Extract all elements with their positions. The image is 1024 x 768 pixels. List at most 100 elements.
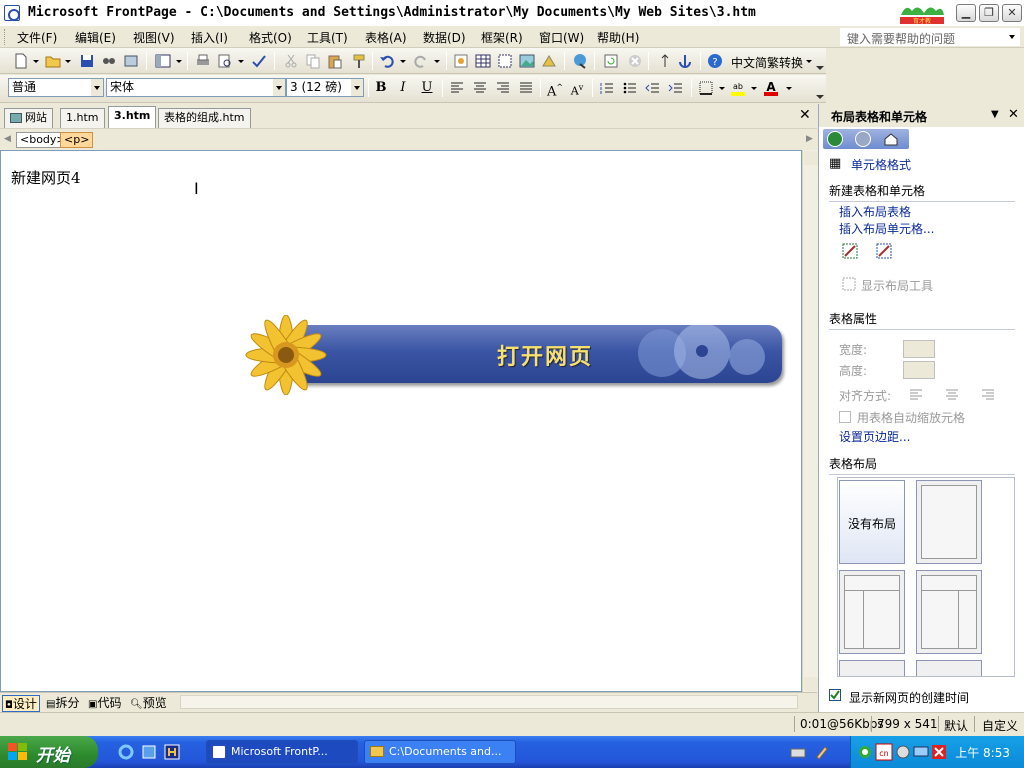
- layout-option-blank[interactable]: [916, 480, 982, 564]
- toolbar-options-icon[interactable]: [816, 92, 824, 100]
- height-field[interactable]: [903, 361, 935, 379]
- forward-icon[interactable]: [855, 131, 871, 147]
- default-mode[interactable]: 默认: [944, 717, 968, 734]
- layout-none-option[interactable]: 没有布局: [839, 480, 905, 564]
- layout-option-header-rightbar[interactable]: [916, 570, 982, 654]
- spelling-icon[interactable]: [250, 52, 268, 70]
- chevron-down-icon[interactable]: [400, 60, 406, 63]
- italic-button[interactable]: I: [394, 79, 412, 97]
- clock[interactable]: 上午 8:53: [955, 744, 1010, 761]
- chevron-down-icon[interactable]: [176, 60, 182, 63]
- search-icon[interactable]: [100, 52, 118, 70]
- increase-font-button[interactable]: A^: [546, 79, 564, 99]
- menu-tools[interactable]: 工具(T): [307, 29, 348, 46]
- toggle-pane-icon[interactable]: [154, 52, 172, 70]
- align-left-icon[interactable]: [448, 79, 466, 97]
- chevron-down-icon[interactable]: [273, 79, 285, 96]
- new-page-icon[interactable]: [12, 52, 30, 70]
- chevron-down-icon[interactable]: [65, 60, 71, 63]
- chevron-down-icon[interactable]: [806, 60, 812, 63]
- style-select[interactable]: 普通: [8, 78, 104, 97]
- bold-button[interactable]: B: [372, 79, 390, 97]
- restore-button[interactable]: ❐: [979, 4, 999, 22]
- chevron-down-icon[interactable]: ▼: [991, 109, 999, 120]
- view-code-button[interactable]: ▣代码: [88, 695, 121, 712]
- paste-icon[interactable]: [326, 52, 344, 70]
- autoscale-checkbox[interactable]: [839, 411, 851, 423]
- open-page-banner-image[interactable]: 打开网页: [242, 315, 787, 395]
- menu-table[interactable]: 表格(A): [365, 29, 407, 46]
- cell-format-link[interactable]: 单元格格式: [851, 156, 911, 173]
- task-frontpage[interactable]: Microsoft FrontP...: [206, 740, 358, 764]
- align-right-icon[interactable]: [981, 388, 995, 400]
- chevron-down-icon[interactable]: [751, 87, 757, 90]
- numbered-list-icon[interactable]: [598, 79, 616, 97]
- insert-layer-icon[interactable]: [496, 52, 514, 70]
- chevron-left-icon[interactable]: ◀: [4, 134, 11, 144]
- monitor-icon[interactable]: [913, 744, 929, 760]
- drawing-icon[interactable]: [540, 52, 558, 70]
- chevron-down-icon[interactable]: [238, 60, 244, 63]
- decrease-indent-icon[interactable]: [644, 79, 662, 97]
- tab-1-htm[interactable]: 1.htm: [60, 108, 105, 128]
- toolbar-grip[interactable]: [4, 29, 7, 45]
- toolbar-options-icon[interactable]: [816, 63, 824, 71]
- tag-p[interactable]: <p>: [60, 132, 94, 148]
- increase-indent-icon[interactable]: [667, 79, 685, 97]
- undo-icon[interactable]: [378, 52, 396, 70]
- chevron-right-icon[interactable]: ▶: [806, 134, 813, 144]
- page-size[interactable]: 799 x 541: [877, 717, 938, 731]
- back-icon[interactable]: [827, 131, 843, 147]
- view-preview-button[interactable]: 🔍︎预览: [130, 695, 167, 712]
- keyboard-icon[interactable]: [790, 744, 806, 760]
- show-created-checkbox[interactable]: [829, 689, 841, 701]
- menu-edit[interactable]: 编辑(E): [75, 29, 116, 46]
- insert-layout-table-link[interactable]: 插入布局表格: [839, 203, 911, 220]
- chinese-convert-button[interactable]: 中文简繁转换: [731, 54, 803, 71]
- show-layout-tools-label[interactable]: 显示布局工具: [861, 277, 933, 294]
- scroll-down-icon[interactable]: [804, 677, 818, 691]
- chevron-down-icon[interactable]: [33, 60, 39, 63]
- font-select[interactable]: 宋体: [106, 78, 286, 97]
- bookmark-icon[interactable]: [676, 52, 694, 70]
- menu-data[interactable]: 数据(D): [423, 29, 466, 46]
- minimize-button[interactable]: ▁: [956, 4, 976, 22]
- hyperlink-icon[interactable]: [572, 52, 590, 70]
- menu-format[interactable]: 格式(O): [249, 29, 292, 46]
- menu-file[interactable]: 文件(F): [17, 29, 57, 46]
- design-editor[interactable]: 新建网页4 I 打开网页: [0, 150, 802, 692]
- editor-horizontal-scrollbar[interactable]: [180, 695, 798, 709]
- app-shortcut-icon[interactable]: [164, 744, 180, 760]
- explorer-icon[interactable]: [141, 744, 157, 760]
- editor-vertical-scrollbar[interactable]: [802, 150, 818, 692]
- bullet-list-icon[interactable]: [621, 79, 639, 97]
- web-component-icon[interactable]: [452, 52, 470, 70]
- start-button[interactable]: 开始: [0, 736, 98, 768]
- menu-view[interactable]: 视图(V): [133, 29, 175, 46]
- align-center-icon[interactable]: [945, 388, 959, 400]
- insert-table-icon[interactable]: [474, 52, 492, 70]
- chevron-down-icon[interactable]: [91, 79, 103, 96]
- tab-website[interactable]: 网站: [4, 108, 53, 128]
- stop-icon[interactable]: [626, 52, 644, 70]
- layout-option-more[interactable]: [916, 660, 982, 676]
- redo-icon[interactable]: [412, 52, 430, 70]
- tab-table-composition[interactable]: 表格的组成.htm: [158, 108, 251, 128]
- borders-icon[interactable]: [697, 79, 715, 97]
- insert-layout-cell-link[interactable]: 插入布局单元格...: [839, 220, 934, 237]
- tab-3-htm[interactable]: 3.htm: [108, 106, 157, 128]
- show-all-icon[interactable]: [654, 52, 672, 70]
- cut-icon[interactable]: [282, 52, 300, 70]
- view-split-button[interactable]: ▤拆分: [46, 695, 79, 712]
- page-text[interactable]: 新建网页4: [11, 167, 81, 188]
- copy-icon[interactable]: [304, 52, 322, 70]
- align-center-icon[interactable]: [471, 79, 489, 97]
- custom-mode[interactable]: 自定义: [982, 717, 1018, 734]
- speaker-icon[interactable]: [895, 744, 911, 760]
- print-preview-icon[interactable]: [216, 52, 234, 70]
- underline-button[interactable]: U: [418, 79, 436, 97]
- align-right-icon[interactable]: [494, 79, 512, 97]
- draw-layout-cell-icon[interactable]: [875, 242, 893, 260]
- menu-help[interactable]: 帮助(H): [597, 29, 639, 46]
- font-color-icon[interactable]: A: [762, 79, 780, 97]
